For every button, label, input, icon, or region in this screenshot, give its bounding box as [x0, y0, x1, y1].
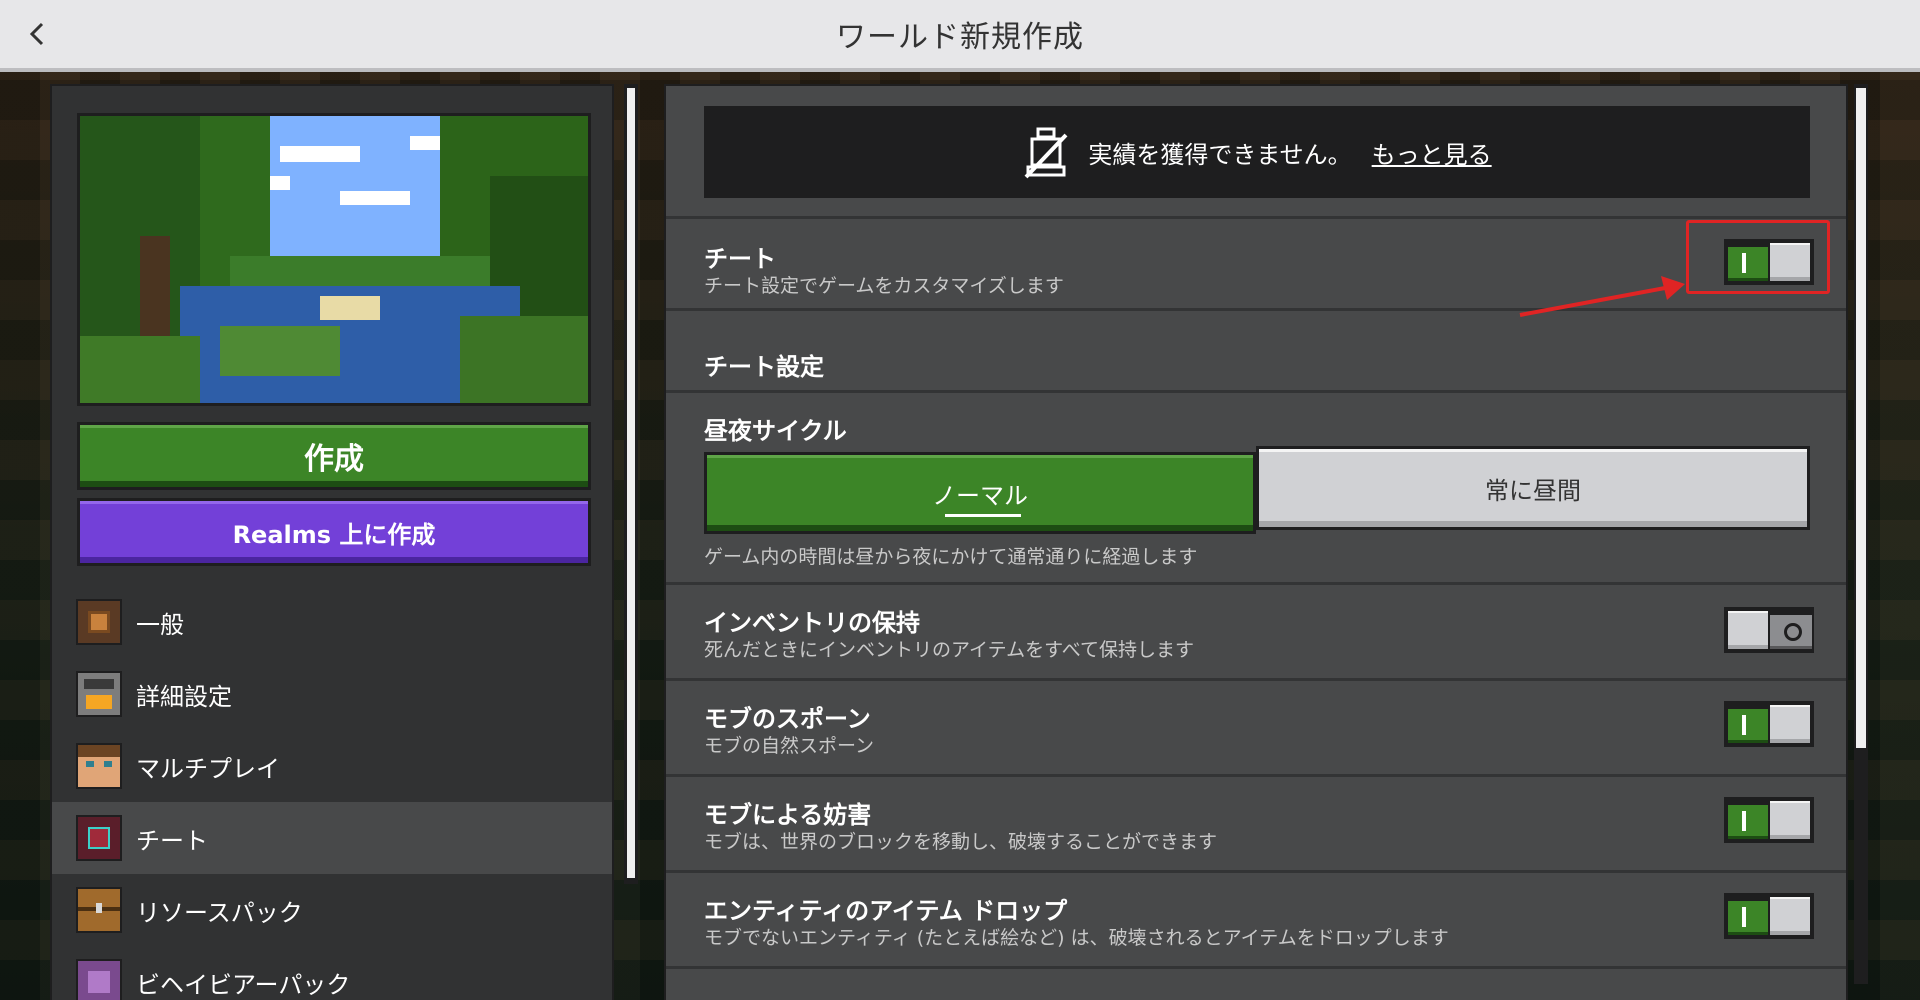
entity-drops-toggle[interactable]: [1724, 893, 1814, 939]
setting-row-partial: [666, 966, 1846, 1000]
furnace-icon: [76, 671, 122, 717]
setting-row: モブのスポーン モブの自然スポーン: [666, 678, 1846, 774]
selected-underline: [945, 514, 1021, 517]
daylight-option-always-day[interactable]: 常に昼間: [1256, 446, 1810, 530]
daylight-cycle-label: 昼夜サイクル: [704, 417, 847, 445]
create-on-realms-button[interactable]: Realms 上に作成: [77, 498, 591, 566]
notice-text: 実績を獲得できません。: [1088, 140, 1352, 169]
right-scrollbar[interactable]: [1854, 84, 1868, 984]
daylight-option-normal[interactable]: ノーマル: [704, 452, 1256, 534]
gear-icon: [76, 599, 122, 645]
sidebar-item-resource-packs[interactable]: リソースパック: [52, 874, 612, 946]
player-face-icon: [76, 743, 122, 789]
sidebar-item-general[interactable]: 一般: [52, 586, 612, 658]
sidebar-item-label: 詳細設定: [136, 682, 232, 711]
back-button[interactable]: [18, 14, 58, 54]
command-block-icon: [76, 815, 122, 861]
left-scrollbar-thumb[interactable]: [627, 88, 635, 878]
right-scrollbar-thumb[interactable]: [1856, 88, 1866, 748]
left-scrollbar[interactable]: [624, 84, 638, 884]
settings-panel: 実績を獲得できません。 もっと見る チート チート設定でゲームをカスタマイズしま…: [664, 84, 1848, 1000]
setting-label: モブのスポーン: [704, 705, 871, 733]
mob-griefing-toggle[interactable]: [1724, 797, 1814, 843]
learn-more-link[interactable]: もっと見る: [1372, 135, 1492, 170]
setting-desc: モブでないエンティティ (たとえば絵など) は、破壊されるとアイテムをドロップし…: [704, 927, 1449, 949]
sidebar-item-label: リソースパック: [136, 898, 303, 927]
create-button[interactable]: 作成: [77, 422, 591, 490]
sidebar-item-multiplayer[interactable]: マルチプレイ: [52, 730, 612, 802]
world-preview-image: [77, 113, 591, 406]
left-panel: 作成 Realms 上に作成 一般 詳細設定 マルチプレイ チート リソースパッ…: [50, 84, 614, 1000]
sidebar-item-label: チート: [136, 826, 208, 855]
setting-label: エンティティのアイテム ドロップ: [704, 897, 1068, 925]
chest-icon: [76, 887, 122, 933]
page-title: ワールド新規作成: [836, 20, 1084, 55]
keep-inventory-toggle[interactable]: [1724, 607, 1814, 653]
sidebar-item-cheats[interactable]: チート: [52, 802, 612, 874]
setting-row: モブによる妨害 モブは、世界のブロックを移動し、破壊することができます: [666, 774, 1846, 870]
sidebar-item-label: ビヘイビアーパック: [136, 970, 351, 999]
setting-desc: 死んだときにインベントリのアイテムをすべて保持します: [704, 639, 1195, 661]
setting-row: インベントリの保持 死んだときにインベントリのアイテムをすべて保持します: [666, 582, 1846, 678]
achievements-notice: 実績を獲得できません。 もっと見る: [704, 106, 1810, 198]
annotation-arrow: [1519, 276, 1685, 317]
daylight-desc: ゲーム内の時間は昼から夜にかけて通常通りに経過します: [704, 546, 1198, 568]
setting-desc: モブは、世界のブロックを移動し、破壊することができます: [704, 831, 1218, 853]
mob-spawning-toggle[interactable]: [1724, 701, 1814, 747]
behavior-pack-icon: [76, 959, 122, 1000]
section-heading: チート設定: [704, 353, 824, 381]
sidebar-nav: 一般 詳細設定 マルチプレイ チート リソースパック ビヘイビアーパック: [52, 586, 612, 1000]
sidebar-item-label: 一般: [136, 610, 184, 639]
setting-label: モブによる妨害: [704, 801, 872, 829]
setting-desc: モブの自然スポーン: [704, 735, 875, 757]
setting-label: インベントリの保持: [704, 609, 920, 637]
cheats-desc: チート設定でゲームをカスタマイズします: [704, 275, 1064, 297]
annotation-highlight-box: [1686, 220, 1830, 294]
setting-row: エンティティのアイテム ドロップ モブでないエンティティ (たとえば絵など) は…: [666, 870, 1846, 966]
sidebar-item-advanced[interactable]: 詳細設定: [52, 658, 612, 730]
cheats-label: チート: [704, 245, 776, 273]
crossed-trophy-icon: [1024, 127, 1068, 179]
title-bar: ワールド新規作成: [0, 0, 1920, 72]
sidebar-item-label: マルチプレイ: [136, 754, 280, 783]
sidebar-item-behavior-packs[interactable]: ビヘイビアーパック: [52, 946, 612, 1000]
chevron-left-icon: [29, 22, 44, 46]
